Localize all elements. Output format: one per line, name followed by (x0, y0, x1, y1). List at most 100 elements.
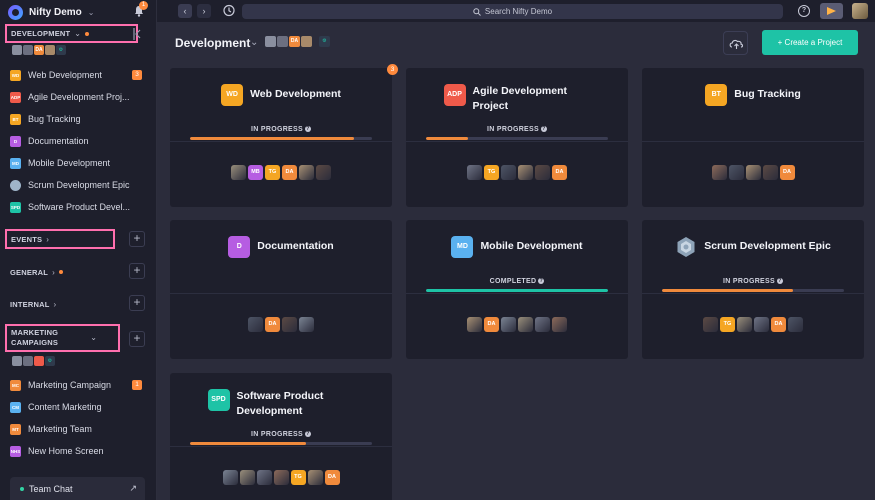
sidebar-project-item[interactable]: SPD Software Product Devel... (10, 196, 148, 218)
info-icon[interactable]: ? (538, 278, 545, 284)
section-events[interactable]: EVENTS › (5, 229, 115, 249)
member-avatar[interactable] (248, 317, 263, 332)
sidebar-project-item[interactable]: MC Marketing Campaign 1 (10, 374, 148, 396)
member-avatar[interactable]: TG (484, 165, 499, 180)
project-name: Scrum Development Epic (704, 240, 831, 252)
collapse-sidebar-icon[interactable] (131, 26, 143, 42)
member-avatar[interactable]: MB (248, 165, 263, 180)
member-avatar[interactable] (299, 317, 314, 332)
workspace-switcher[interactable]: Nifty Demo ⌄ (8, 4, 95, 20)
member-avatar[interactable]: TG (720, 317, 735, 332)
member-avatar[interactable]: DA (552, 165, 567, 180)
member-avatar[interactable] (535, 317, 550, 332)
sidebar-project-item[interactable]: WD Web Development 3 (10, 64, 148, 86)
help-icon[interactable]: ? (798, 5, 810, 17)
member-avatar[interactable] (745, 165, 761, 180)
member-avatar[interactable] (467, 165, 482, 180)
chevron-down-icon[interactable]: ⌄ (250, 37, 258, 48)
member-avatar[interactable] (788, 317, 803, 332)
search-icon (473, 7, 481, 16)
member-avatar[interactable]: DA (324, 470, 340, 485)
member-avatar[interactable] (728, 165, 744, 180)
member-avatar[interactable] (282, 317, 297, 332)
member-avatar[interactable] (299, 165, 314, 180)
project-card[interactable]: SPD Software Product Development IN PROGRE… (170, 373, 392, 500)
avatar: DA (289, 36, 300, 47)
user-avatar[interactable] (852, 3, 868, 19)
member-avatar[interactable] (222, 470, 238, 485)
sidebar-project-item[interactable]: BT Bug Tracking (10, 108, 148, 130)
workspace-name: Nifty Demo (29, 6, 82, 18)
member-avatar[interactable]: DA (265, 317, 280, 332)
project-card[interactable]: BT Bug Tracking DA (642, 68, 864, 207)
info-icon[interactable]: ? (304, 126, 311, 132)
member-avatar[interactable] (273, 470, 289, 485)
history-icon[interactable] (222, 4, 235, 17)
member-avatar[interactable] (256, 470, 272, 485)
project-card[interactable]: D Documentation DA (170, 220, 392, 359)
member-avatar[interactable] (711, 165, 727, 180)
section-label-line2: CAMPAIGNS (11, 338, 59, 347)
add-events-button[interactable]: + (129, 231, 145, 247)
sidebar-project-item[interactable]: MD Mobile Development (10, 152, 148, 174)
member-avatar[interactable] (703, 317, 718, 332)
upload-button[interactable] (723, 31, 748, 55)
forward-button[interactable]: › (197, 4, 211, 18)
sidebar-project-item[interactable]: ADP Agile Development Proj... (10, 86, 148, 108)
member-avatar[interactable] (737, 317, 752, 332)
section-label-line1: MARKETING (11, 328, 59, 337)
info-icon[interactable]: ? (776, 278, 783, 284)
project-icon: SPD (10, 201, 21, 213)
info-icon[interactable]: ? (304, 431, 311, 437)
add-internal-button[interactable]: + (129, 295, 145, 311)
member-avatar[interactable]: DA (282, 165, 297, 180)
member-avatar[interactable] (501, 317, 516, 332)
project-card[interactable]: 3 WD Web Development IN PROGRESS? MB TG DA (170, 64, 398, 207)
page-title[interactable]: Development (175, 36, 250, 50)
member-avatar[interactable] (501, 165, 516, 180)
expand-icon[interactable]: ↗ (129, 483, 137, 494)
member-avatar[interactable] (239, 470, 255, 485)
member-avatar[interactable] (467, 317, 482, 332)
member-avatar[interactable] (518, 165, 533, 180)
sidebar-project-item[interactable]: NHS New Home Screen (10, 440, 148, 462)
project-card[interactable]: MD Mobile Development COMPLETED? DA (406, 220, 628, 359)
member-avatar[interactable] (307, 470, 323, 485)
chevron-down-icon: ⌄ (90, 333, 98, 342)
info-icon[interactable]: ? (540, 126, 547, 132)
project-card[interactable]: ADP Agile Development Project IN PROGRESS?… (406, 68, 628, 207)
member-avatar[interactable] (535, 165, 550, 180)
member-avatar[interactable]: DA (771, 317, 786, 332)
member-avatar[interactable] (518, 317, 533, 332)
member-avatar[interactable] (552, 317, 567, 332)
sidebar-project-item[interactable]: MT Marketing Team (10, 418, 148, 440)
search-bar[interactable]: Search Nifty Demo (242, 4, 783, 19)
member-avatar[interactable]: TG (290, 470, 306, 485)
member-avatar[interactable] (231, 165, 246, 180)
header-members[interactable]: DA ⚙ (265, 36, 330, 47)
add-general-button[interactable]: + (129, 263, 145, 279)
create-project-button[interactable]: + Create a Project (762, 30, 858, 55)
sidebar: Nifty Demo ⌄ 1 DEVELOPMENT ⌄ DA ⚙ WD Web … (0, 0, 157, 500)
section-marketing-campaigns[interactable]: MARKETING CAMPAIGNS ⌄ (5, 324, 120, 352)
launch-icon[interactable] (820, 3, 843, 19)
section-label: INTERNAL (10, 299, 50, 309)
member-avatar[interactable]: DA (779, 165, 795, 180)
sidebar-project-item[interactable]: Scrum Development Epic (10, 174, 148, 196)
member-avatar[interactable]: TG (265, 165, 280, 180)
member-avatar[interactable] (754, 317, 769, 332)
back-button[interactable]: ‹ (178, 4, 192, 18)
section-development[interactable]: DEVELOPMENT ⌄ (5, 24, 138, 43)
add-marketing-button[interactable]: + (129, 331, 145, 347)
section-general[interactable]: GENERAL › (5, 265, 63, 279)
sidebar-project-item[interactable]: CM Content Marketing (10, 396, 148, 418)
member-avatar[interactable] (762, 165, 778, 180)
project-card[interactable]: Scrum Development Epic IN PROGRESS? TG DA (642, 220, 864, 359)
section-internal[interactable]: INTERNAL › (5, 297, 56, 311)
sidebar-project-item[interactable]: D Documentation (10, 130, 148, 152)
member-avatar[interactable]: DA (484, 317, 499, 332)
card-header: Scrum Development Epic (642, 236, 864, 258)
member-avatar[interactable] (316, 165, 331, 180)
team-chat-label: Team Chat (29, 483, 73, 494)
team-chat-bar[interactable]: Team Chat ↗ (10, 477, 145, 500)
